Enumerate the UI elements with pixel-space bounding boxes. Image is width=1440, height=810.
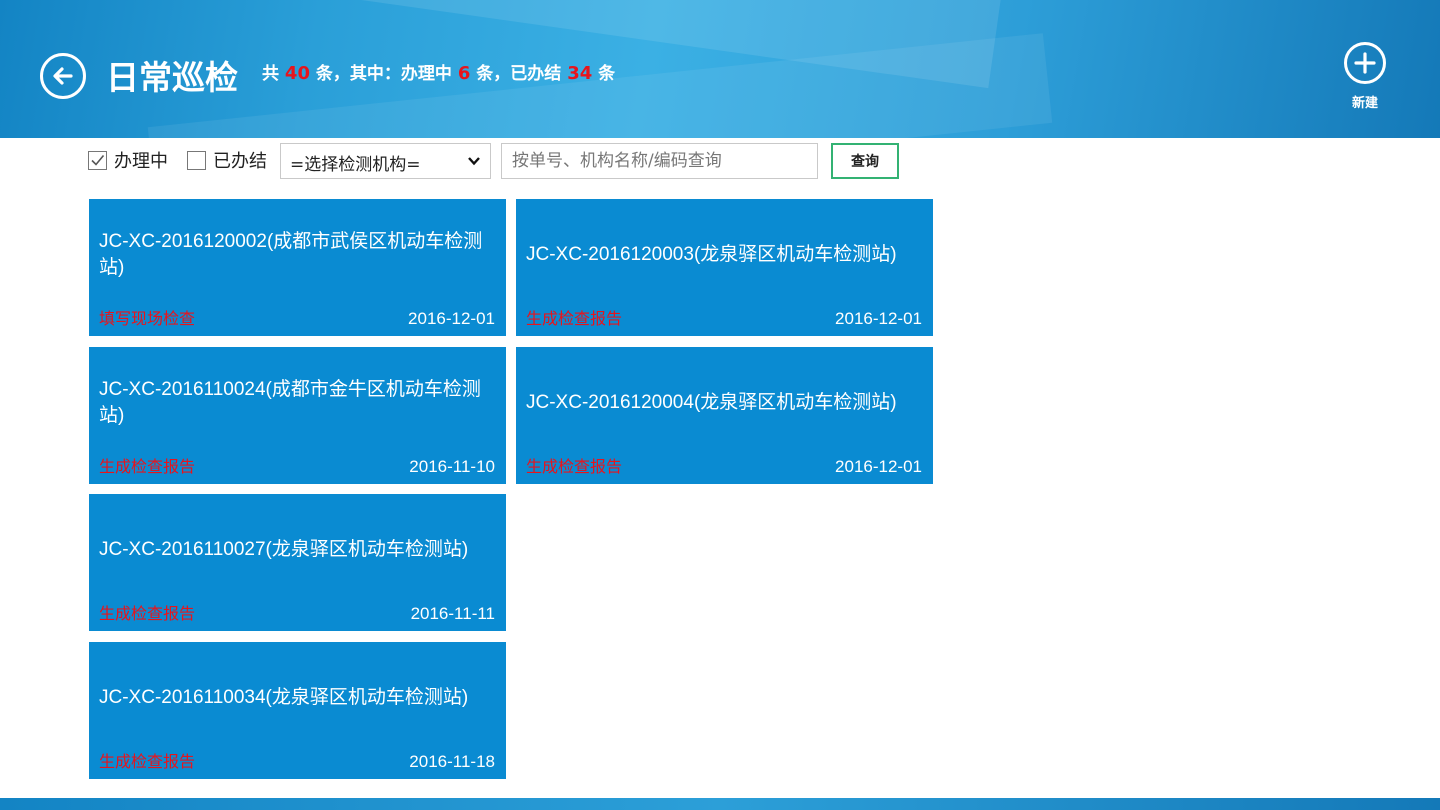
summary-text: 共 (262, 64, 285, 84)
card-title: JC-XC-2016110034(龙泉驿区机动车检测站) (99, 686, 469, 708)
completed-checkbox[interactable] (187, 151, 206, 170)
inspection-card[interactable]: JC-XC-2016120002(成都市武侯区机动车检测站) 填写现场检查 20… (89, 199, 506, 336)
card-date: 2016-12-01 (835, 457, 922, 476)
card-title: JC-XC-2016110027(龙泉驿区机动车检测站) (99, 538, 469, 560)
plus-icon (1354, 52, 1376, 74)
inspection-card[interactable]: JC-XC-2016120004(龙泉驿区机动车检测站) 生成检查报告 2016… (516, 347, 933, 484)
card-date: 2016-12-01 (408, 309, 495, 328)
card-status: 生成检查报告 (99, 604, 196, 623)
summary-text: 条，其中：办理中 (309, 64, 458, 84)
card-date: 2016-11-10 (409, 457, 495, 476)
card-title: JC-XC-2016120002(成都市武侯区机动车检测站) (99, 230, 483, 278)
record-summary: 共 40 条，其中：办理中 6 条，已办结 34 条 (262, 62, 615, 86)
checkmark-icon (91, 154, 105, 166)
card-title: JC-XC-2016110024(成都市金牛区机动车检测站) (99, 378, 481, 426)
new-button[interactable]: 新建 (1340, 42, 1390, 112)
summary-text: 条，已办结 (470, 64, 568, 84)
card-status: 生成检查报告 (99, 457, 196, 476)
query-button[interactable]: 查询 (831, 143, 899, 179)
back-arrow-icon (53, 67, 73, 85)
processing-checkbox-label[interactable]: 办理中 (114, 150, 168, 174)
completed-checkbox-label[interactable]: 已办结 (213, 150, 267, 174)
chevron-down-icon (468, 157, 480, 166)
new-button-label: 新建 (1351, 96, 1378, 111)
page-title: 日常巡检 (106, 58, 238, 97)
bottom-app-bar (0, 798, 1440, 810)
card-title: JC-XC-2016120003(龙泉驿区机动车检测站) (526, 243, 897, 265)
filter-bar: 办理中 已办结 =选择检测机构= 查询 (88, 143, 918, 179)
processing-count: 6 (457, 63, 471, 84)
search-input[interactable] (501, 143, 818, 179)
total-count: 40 (284, 63, 310, 84)
header-bar: 日常巡检 共 40 条，其中：办理中 6 条，已办结 34 条 新建 (0, 0, 1440, 138)
card-title: JC-XC-2016120004(龙泉驿区机动车检测站) (526, 391, 897, 413)
inspection-card[interactable]: JC-XC-2016110027(龙泉驿区机动车检测站) 生成检查报告 2016… (89, 494, 506, 631)
back-button[interactable] (40, 53, 86, 99)
card-status: 生成检查报告 (526, 309, 623, 328)
card-date: 2016-12-01 (835, 309, 922, 328)
card-status: 填写现场检查 (99, 309, 196, 328)
card-status: 生成检查报告 (99, 752, 196, 771)
inspection-card[interactable]: JC-XC-2016120003(龙泉驿区机动车检测站) 生成检查报告 2016… (516, 199, 933, 336)
summary-text: 条 (592, 64, 616, 84)
inspection-card[interactable]: JC-XC-2016110024(成都市金牛区机动车检测站) 生成检查报告 20… (89, 347, 506, 484)
new-button-circle[interactable] (1344, 42, 1386, 84)
completed-count: 34 (567, 63, 593, 84)
card-date: 2016-11-18 (409, 752, 495, 771)
card-date: 2016-11-11 (410, 604, 495, 623)
org-select[interactable]: =选择检测机构= (280, 143, 491, 179)
org-select-value: =选择检测机构= (290, 155, 421, 175)
processing-checkbox[interactable] (88, 151, 107, 170)
inspection-card[interactable]: JC-XC-2016110034(龙泉驿区机动车检测站) 生成检查报告 2016… (89, 642, 506, 779)
card-status: 生成检查报告 (526, 457, 623, 476)
